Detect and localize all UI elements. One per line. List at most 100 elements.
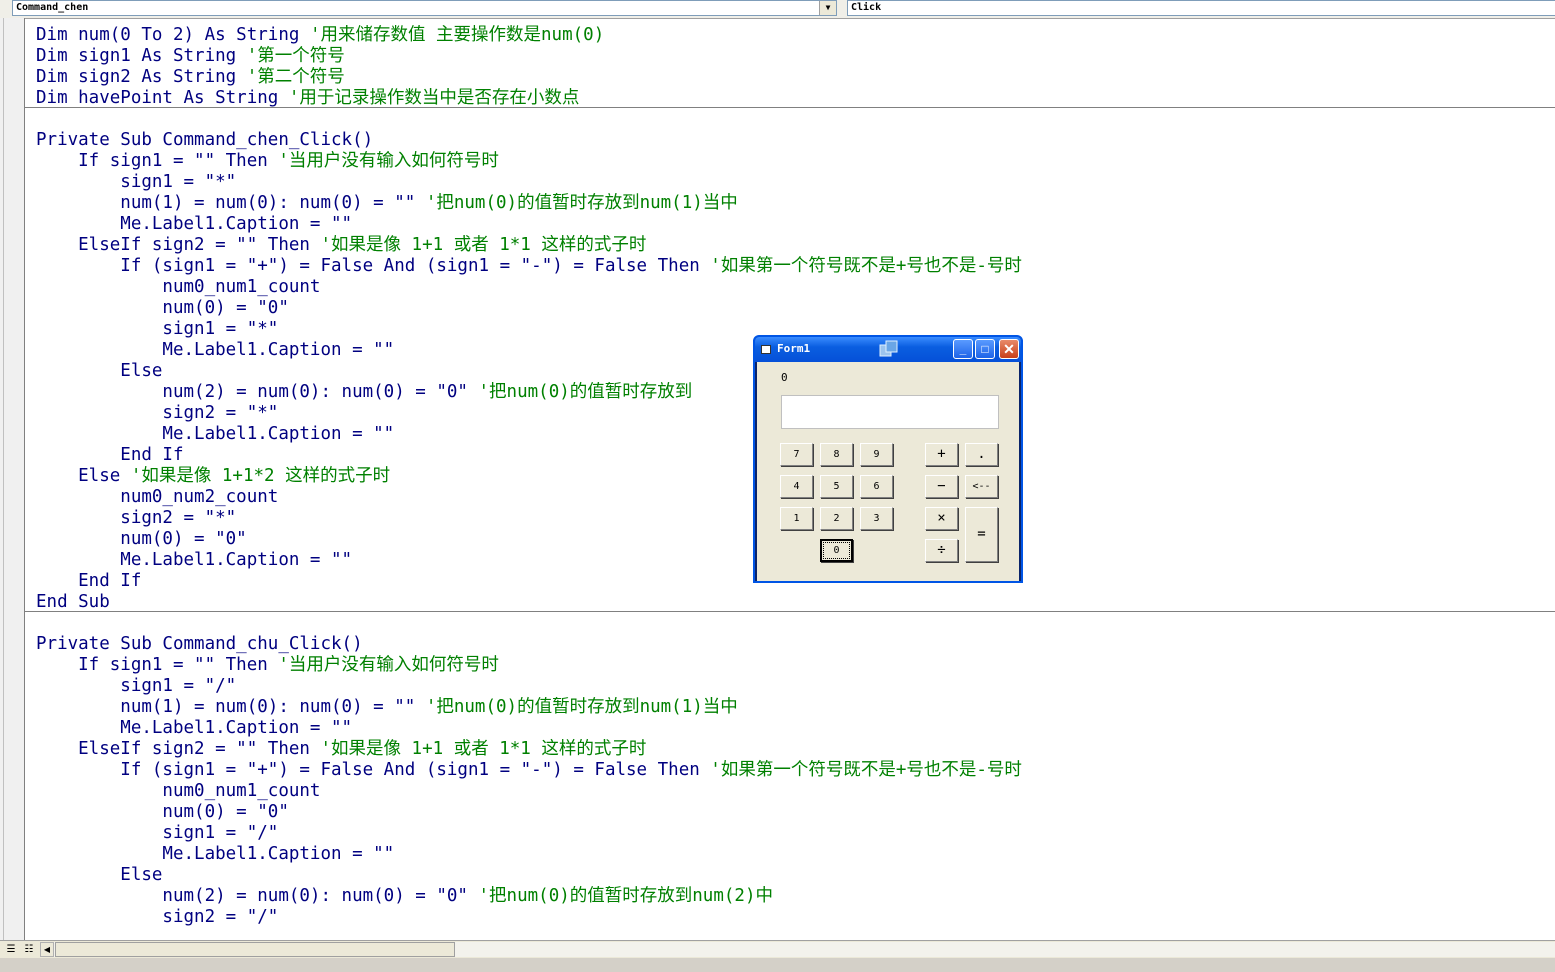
- code-line[interactable]: num(1) = num(0): num(0) = "" '把num(0)的值暂…: [36, 193, 738, 214]
- horizontal-scrollbar[interactable]: ◀: [40, 942, 1555, 957]
- code-line[interactable]: ElseIf sign2 = "" Then '如果是像 1+1 或者 1*1 …: [36, 739, 646, 760]
- code-line[interactable]: Else: [36, 361, 162, 382]
- divide-button[interactable]: ÷: [925, 539, 958, 562]
- multiply-button[interactable]: ×: [925, 507, 958, 530]
- code-text: sign1 = "*": [36, 319, 279, 339]
- object-combo[interactable]: Command_chen ▼: [12, 0, 837, 16]
- gutter-line: [3, 18, 4, 940]
- code-line[interactable]: Private Sub Command_chen_Click(): [36, 130, 373, 151]
- code-comment: '如果第一个符号既不是+号也不是-号时: [710, 256, 1022, 276]
- code-line[interactable]: sign2 = "*": [36, 508, 236, 529]
- code-line[interactable]: If (sign1 = "+") = False And (sign1 = "-…: [36, 256, 1022, 277]
- code-text: num(0) = "0": [36, 802, 289, 822]
- minimize-button[interactable]: _: [953, 339, 973, 359]
- procedure-view-icon[interactable]: ☰: [3, 942, 19, 957]
- form1-titlebar[interactable]: Form1 _ □ ✕: [755, 337, 1021, 362]
- full-module-view-icon[interactable]: ☷: [21, 942, 37, 957]
- code-text: Else: [36, 361, 163, 381]
- digit-5-button[interactable]: 5: [820, 475, 853, 498]
- digit-9-button[interactable]: 9: [860, 443, 893, 466]
- margin-indicator-bar[interactable]: [0, 18, 25, 940]
- object-combo-value: Command_chen: [16, 2, 89, 13]
- close-button[interactable]: ✕: [999, 339, 1019, 359]
- backspace-button[interactable]: <--: [965, 475, 998, 498]
- code-line[interactable]: num0_num2_count: [36, 487, 278, 508]
- object-combo-chevron-down-icon[interactable]: ▼: [819, 1, 836, 15]
- label1: 0: [781, 371, 788, 384]
- code-line[interactable]: End Sub: [36, 592, 110, 613]
- code-line[interactable]: Dim sign1 As String '第一个符号: [36, 46, 345, 67]
- code-window-toolbar: Command_chen ▼ Click: [0, 0, 1555, 19]
- code-line[interactable]: num0_num1_count: [36, 781, 320, 802]
- code-line[interactable]: Dim sign2 As String '第二个符号: [36, 67, 345, 88]
- digit-4-button[interactable]: 4: [780, 475, 813, 498]
- procedure-combo-value: Click: [851, 2, 882, 13]
- code-line[interactable]: sign2 = "*": [36, 403, 278, 424]
- display-textbox[interactable]: [781, 395, 999, 429]
- digit-7-button[interactable]: 7: [780, 443, 813, 466]
- code-line[interactable]: num(1) = num(0): num(0) = "" '把num(0)的值暂…: [36, 697, 738, 718]
- code-line[interactable]: Me.Label1.Caption = "": [36, 340, 394, 361]
- code-line[interactable]: Dim num(0 To 2) As String '用来储存数值 主要操作数是…: [36, 25, 604, 46]
- code-line[interactable]: If sign1 = "" Then '当用户没有输入如何符号时: [36, 151, 499, 172]
- form1-client-area: 0 7 8 9 + . 4 5 6 − <-- 1 2 3 × = 0 ÷: [757, 362, 1019, 581]
- code-text: If sign1 = "" Then: [36, 151, 279, 171]
- code-line[interactable]: Me.Label1.Caption = "": [36, 718, 352, 739]
- code-comment: '把num(0)的值暂时存放到num(1)当中: [425, 697, 738, 717]
- digit-8-button[interactable]: 8: [820, 443, 853, 466]
- maximize-button[interactable]: □: [975, 339, 995, 359]
- code-line[interactable]: num0_num1_count: [36, 277, 320, 298]
- code-text: Me.Label1.Caption = "": [36, 718, 353, 738]
- decimal-point-button[interactable]: .: [965, 443, 998, 466]
- code-line[interactable]: Me.Label1.Caption = "": [36, 214, 352, 235]
- digit-3-button[interactable]: 3: [860, 507, 893, 530]
- code-line[interactable]: Me.Label1.Caption = "": [36, 550, 352, 571]
- code-text: ElseIf sign2 = "" Then: [36, 235, 321, 255]
- code-text: sign1 = "/": [36, 823, 279, 843]
- equals-button[interactable]: =: [965, 507, 998, 562]
- code-line[interactable]: sign2 = "/": [36, 907, 278, 928]
- code-line[interactable]: Dim havePoint As String '用于记录操作数当中是否存在小数…: [36, 88, 579, 109]
- scroll-left-icon[interactable]: ◀: [40, 942, 54, 957]
- digit-0-button[interactable]: 0: [820, 539, 853, 562]
- code-line[interactable]: If sign1 = "" Then '当用户没有输入如何符号时: [36, 655, 499, 676]
- procedure-combo[interactable]: Click: [847, 0, 1555, 16]
- code-comment: '把num(0)的值暂时存放到num(2)中: [478, 886, 773, 906]
- code-line[interactable]: ElseIf sign2 = "" Then '如果是像 1+1 或者 1*1 …: [36, 235, 646, 256]
- code-line[interactable]: num(0) = "0": [36, 529, 246, 550]
- code-line[interactable]: num(0) = "0": [36, 298, 288, 319]
- code-comment: '第二个符号: [246, 67, 345, 87]
- code-text: Me.Label1.Caption = "": [36, 424, 395, 444]
- code-line[interactable]: Else: [36, 865, 162, 886]
- code-text: Dim num(0 To 2) As String: [36, 25, 310, 45]
- code-line[interactable]: End If: [36, 571, 141, 592]
- code-text: num0_num1_count: [36, 277, 321, 297]
- code-text: sign1 = "*": [36, 172, 237, 192]
- form1-window[interactable]: Form1 _ □ ✕ 0 7 8 9 + . 4 5 6 − <-- 1 2 …: [753, 335, 1023, 583]
- digit-1-button[interactable]: 1: [780, 507, 813, 530]
- code-line[interactable]: num(2) = num(0): num(0) = "0" '把num(0)的值…: [36, 886, 773, 907]
- code-line[interactable]: num(0) = "0": [36, 802, 289, 823]
- digit-6-button[interactable]: 6: [860, 475, 893, 498]
- code-line[interactable]: End If: [36, 445, 183, 466]
- code-line[interactable]: Me.Label1.Caption = "": [36, 424, 394, 445]
- code-text: num0_num1_count: [36, 781, 321, 801]
- plus-button[interactable]: +: [925, 443, 958, 466]
- code-text: End If: [36, 571, 142, 591]
- code-line[interactable]: sign1 = "*": [36, 172, 236, 193]
- code-line[interactable]: Me.Label1.Caption = "": [36, 844, 394, 865]
- code-line[interactable]: sign1 = "/": [36, 676, 236, 697]
- digit-2-button[interactable]: 2: [820, 507, 853, 530]
- code-comment: '用于记录操作数当中是否存在小数点: [288, 88, 580, 108]
- minus-button[interactable]: −: [925, 475, 958, 498]
- code-line[interactable]: If (sign1 = "+") = False And (sign1 = "-…: [36, 760, 1022, 781]
- code-line[interactable]: sign1 = "/": [36, 823, 278, 844]
- code-line[interactable]: Else '如果是像 1+1*2 这样的式子时: [36, 466, 390, 487]
- code-line[interactable]: sign1 = "*": [36, 319, 278, 340]
- scrollbar-thumb[interactable]: [55, 942, 455, 957]
- code-text: num(2) = num(0): num(0) = "0": [36, 382, 479, 402]
- code-line[interactable]: num(2) = num(0): num(0) = "0" '把num(0)的值…: [36, 382, 692, 403]
- code-line[interactable]: Private Sub Command_chu_Click(): [36, 634, 363, 655]
- code-text: num(1) = num(0): num(0) = "": [36, 193, 426, 213]
- form1-title: Form1: [777, 342, 811, 355]
